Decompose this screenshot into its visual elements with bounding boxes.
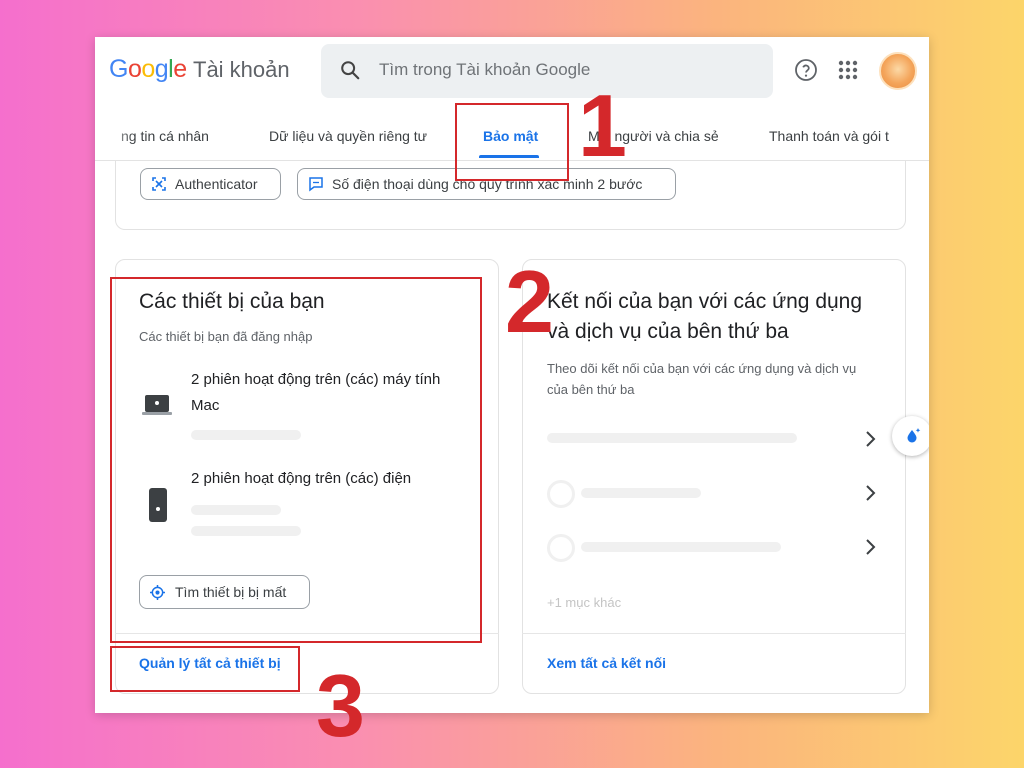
connections-title-line1: Kết nối của bạn với các ứng dụng bbox=[547, 290, 863, 313]
sms-icon bbox=[309, 177, 323, 192]
account-title: Tài khoản bbox=[193, 57, 290, 82]
logo-letter: g bbox=[154, 55, 169, 83]
google-logo[interactable]: Google bbox=[109, 55, 187, 84]
authenticator-icon bbox=[152, 177, 166, 191]
logo-letter: o bbox=[127, 55, 142, 83]
connections-title-line2: và dịch vụ của bên thứ ba bbox=[547, 320, 789, 343]
chevron-right-icon[interactable] bbox=[863, 430, 877, 448]
tabs-fade-left bbox=[95, 117, 135, 159]
avatar[interactable] bbox=[879, 52, 917, 90]
floating-assistant-button[interactable] bbox=[892, 416, 929, 456]
logo-letter: o bbox=[141, 55, 155, 83]
annotation-box-manage-devices bbox=[110, 646, 300, 692]
logo-letter: e bbox=[173, 55, 187, 83]
annotation-number-3: 3 bbox=[316, 656, 365, 755]
chevron-right-icon[interactable] bbox=[863, 484, 877, 502]
connections-card-divider bbox=[522, 633, 906, 634]
annotation-box-devices bbox=[110, 277, 482, 643]
help-icon[interactable] bbox=[794, 58, 818, 82]
search-bar[interactable]: Tìm trong Tài khoản Google bbox=[321, 44, 773, 98]
annotation-number-1: 1 bbox=[578, 76, 627, 175]
annotation-number-2: 2 bbox=[505, 252, 554, 351]
chevron-right-icon[interactable] bbox=[863, 538, 877, 556]
sparkle-drop-icon bbox=[907, 428, 921, 443]
search-input[interactable]: Tìm trong Tài khoản Google bbox=[379, 60, 590, 80]
connection-item-placeholder[interactable] bbox=[547, 433, 797, 443]
connection-item-placeholder bbox=[547, 480, 575, 508]
tab-payments[interactable]: Thanh toán và gói t bbox=[769, 128, 889, 144]
chip-label: Authenticator bbox=[175, 176, 258, 192]
connection-item-placeholder[interactable] bbox=[581, 488, 701, 498]
connection-item-placeholder bbox=[547, 534, 575, 562]
tabs-fade-right bbox=[889, 117, 929, 159]
logo-letter: G bbox=[109, 55, 128, 83]
annotation-box-security-tab bbox=[455, 103, 569, 181]
authenticator-chip[interactable]: Authenticator bbox=[140, 168, 281, 200]
tab-data-privacy[interactable]: Dữ liệu và quyền riêng tư bbox=[269, 128, 427, 144]
search-icon bbox=[341, 61, 360, 80]
apps-grid-icon[interactable] bbox=[837, 59, 859, 81]
view-all-connections-link[interactable]: Xem tất cả kết nối bbox=[547, 655, 666, 671]
connection-item-placeholder[interactable] bbox=[581, 542, 781, 552]
connections-subtitle: Theo dõi kết nối của bạn với các ứng dụn… bbox=[547, 361, 857, 397]
more-connections-text: +1 mục khác bbox=[547, 595, 622, 610]
